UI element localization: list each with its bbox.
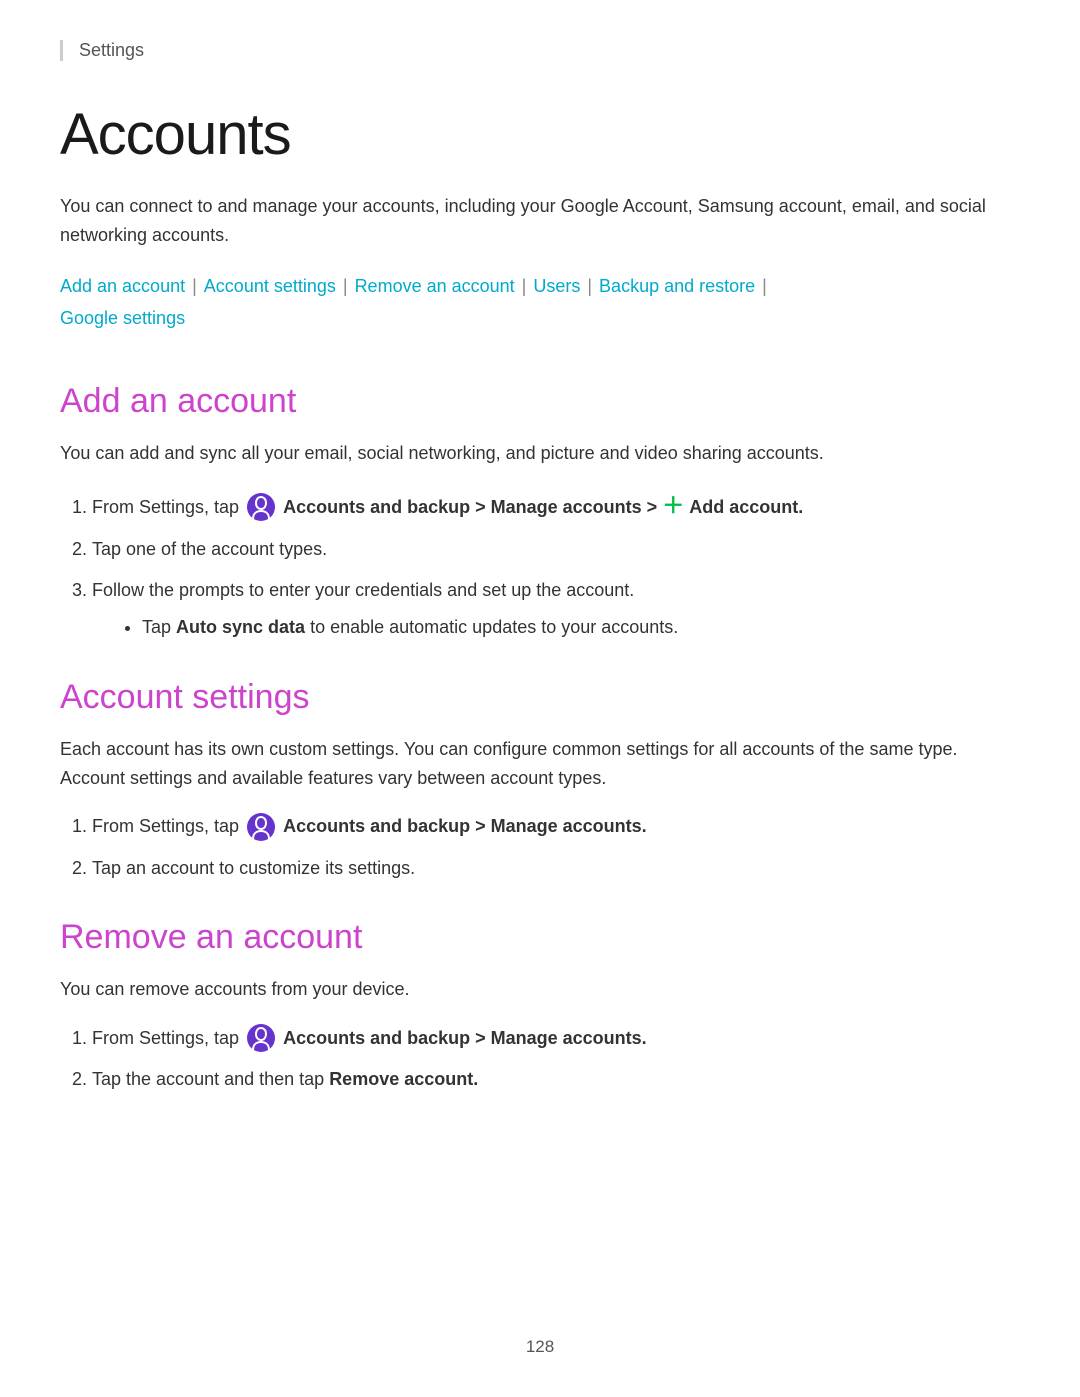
- add-account-step-1: From Settings, tap Accounts and backup >…: [92, 488, 1020, 523]
- page-number: 128: [526, 1337, 554, 1357]
- nav-link-backup-restore[interactable]: Backup and restore: [599, 276, 755, 296]
- accounts-icon-3: [247, 1024, 275, 1052]
- page-intro: You can connect to and manage your accou…: [60, 192, 1020, 250]
- section-title-account-settings: Account settings: [60, 678, 1020, 717]
- add-account-step-2: Tap one of the account types.: [92, 535, 1020, 564]
- nav-links: Add an account | Account settings | Remo…: [60, 270, 1020, 335]
- account-settings-step-1: From Settings, tap Accounts and backup >…: [92, 812, 1020, 841]
- page-title: Accounts: [60, 101, 1020, 168]
- accounts-icon-1: [247, 493, 275, 521]
- section-remove-account: Remove an account You can remove account…: [60, 918, 1020, 1094]
- section-intro-add-account: You can add and sync all your email, soc…: [60, 439, 1020, 468]
- add-account-bullet-1: Tap Auto sync data to enable automatic u…: [142, 613, 1020, 642]
- breadcrumb-label: Settings: [79, 40, 144, 60]
- step1-bold: Accounts and backup > Manage accounts >: [283, 497, 662, 517]
- nav-link-google-settings[interactable]: Google settings: [60, 308, 185, 328]
- nav-link-remove-account[interactable]: Remove an account: [355, 276, 515, 296]
- step1-add: Add account.: [689, 497, 803, 517]
- add-account-bullet-list: Tap Auto sync data to enable automatic u…: [92, 613, 1020, 642]
- section-intro-remove-account: You can remove accounts from your device…: [60, 975, 1020, 1004]
- section-title-add-account: Add an account: [60, 382, 1020, 421]
- plus-icon: ＋: [662, 493, 684, 518]
- remove-step1-bold: Accounts and backup > Manage accounts.: [283, 1028, 647, 1048]
- section-title-remove-account: Remove an account: [60, 918, 1020, 957]
- breadcrumb: Settings: [60, 40, 1020, 61]
- section-add-account: Add an account You can add and sync all …: [60, 382, 1020, 641]
- add-account-steps: From Settings, tap Accounts and backup >…: [60, 488, 1020, 642]
- section-account-settings: Account settings Each account has its ow…: [60, 678, 1020, 883]
- account-settings-steps: From Settings, tap Accounts and backup >…: [60, 812, 1020, 882]
- remove-account-step-1: From Settings, tap Accounts and backup >…: [92, 1024, 1020, 1053]
- accounts-icon-2: [247, 813, 275, 841]
- nav-link-account-settings[interactable]: Account settings: [204, 276, 336, 296]
- page-container: Settings Accounts You can connect to and…: [0, 0, 1080, 1190]
- account-settings-step-2: Tap an account to customize its settings…: [92, 854, 1020, 883]
- section-intro-account-settings: Each account has its own custom settings…: [60, 735, 1020, 793]
- remove-account-steps: From Settings, tap Accounts and backup >…: [60, 1024, 1020, 1094]
- remove-account-step-2: Tap the account and then tap Remove acco…: [92, 1065, 1020, 1094]
- add-account-step-3: Follow the prompts to enter your credent…: [92, 576, 1020, 642]
- nav-link-add-account[interactable]: Add an account: [60, 276, 185, 296]
- nav-link-users[interactable]: Users: [533, 276, 580, 296]
- account-settings-step1-bold: Accounts and backup > Manage accounts.: [283, 816, 647, 836]
